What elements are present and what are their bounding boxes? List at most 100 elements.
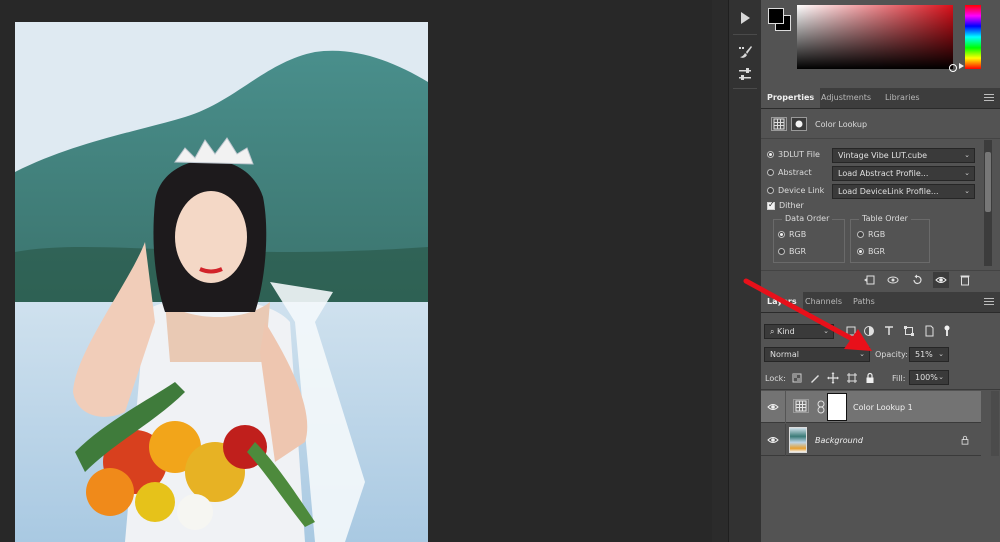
brush-settings-icon[interactable]: [731, 42, 759, 62]
abstract-value: Load Abstract Profile...: [838, 169, 929, 178]
divider: [785, 424, 786, 456]
lock-image-pixels-icon[interactable]: [807, 370, 823, 386]
layer-row-background[interactable]: Background: [761, 424, 981, 456]
filter-toggle-icon[interactable]: [939, 323, 955, 339]
fill-label: Fill:: [892, 374, 906, 383]
chevron-down-icon: ⌄: [964, 187, 970, 195]
opacity-field[interactable]: 51% ⌄: [909, 347, 949, 362]
reset-icon[interactable]: [909, 272, 925, 288]
layer-name[interactable]: Background: [815, 436, 863, 445]
abstract-radio[interactable]: [767, 169, 774, 176]
table-order-bgr-radio[interactable]: [857, 248, 864, 255]
data-order-bgr-option[interactable]: BGR: [778, 247, 806, 256]
lock-icon: [961, 435, 969, 445]
adjustments-sliders-icon[interactable]: [731, 64, 759, 84]
layer-row-color-lookup[interactable]: Color Lookup 1: [761, 391, 981, 423]
lut-file-value: Vintage Vibe LUT.cube: [838, 151, 928, 160]
table-order-rgb-label: RGB: [868, 230, 886, 239]
device-link-label: Device Link: [778, 186, 825, 195]
tab-adjustments[interactable]: Adjustments: [815, 88, 877, 108]
dock-divider: [733, 88, 757, 89]
data-order-title: Data Order: [782, 214, 833, 223]
tab-libraries[interactable]: Libraries: [879, 88, 926, 108]
layer-name[interactable]: Color Lookup 1: [853, 403, 913, 412]
lock-artboard-icon[interactable]: [844, 370, 860, 386]
abstract-option[interactable]: Abstract: [767, 168, 812, 177]
device-link-dropdown[interactable]: Load DeviceLink Profile... ⌄: [832, 184, 975, 199]
table-order-rgb-option[interactable]: RGB: [857, 230, 885, 239]
lock-all-icon[interactable]: [862, 370, 878, 386]
data-order-rgb-label: RGB: [789, 230, 807, 239]
table-order-bgr-label: BGR: [868, 247, 886, 256]
table-order-rgb-radio[interactable]: [857, 231, 864, 238]
eye-icon[interactable]: [933, 272, 949, 288]
fill-field[interactable]: 100% ⌄: [909, 370, 949, 385]
color-panel: [761, 0, 1000, 88]
chevron-down-icon: ⌄: [964, 151, 970, 159]
right-panels: Properties Adjustments Libraries Color L…: [761, 0, 1000, 542]
opacity-value: 51%: [915, 350, 933, 359]
device-link-value: Load DeviceLink Profile...: [838, 187, 939, 196]
eye-icon[interactable]: [767, 434, 779, 446]
device-link-radio[interactable]: [767, 187, 774, 194]
fill-value: 100%: [915, 373, 938, 382]
layer-mask-icon[interactable]: [791, 117, 807, 131]
hue-slider-marker[interactable]: [959, 63, 964, 69]
panel-menu-icon[interactable]: [984, 298, 994, 306]
hue-slider[interactable]: [965, 5, 981, 69]
panel-icon-dock: [728, 0, 762, 542]
panel-gutter: [712, 0, 728, 542]
chevron-down-icon: ⌄: [964, 169, 970, 177]
color-lookup-grid-icon: [793, 399, 809, 413]
play-icon[interactable]: [731, 8, 759, 28]
trash-icon[interactable]: [957, 272, 973, 288]
smart-object-filter-icon[interactable]: [921, 323, 937, 339]
properties-scrollbar[interactable]: [984, 140, 992, 266]
data-order-bgr-radio[interactable]: [778, 248, 785, 255]
color-picker-marker[interactable]: [949, 64, 957, 72]
document-canvas-area[interactable]: [0, 0, 712, 542]
table-order-title: Table Order: [859, 214, 911, 223]
dock-divider: [733, 34, 757, 35]
lock-transparent-pixels-icon[interactable]: [789, 370, 805, 386]
annotation-arrow: [743, 278, 872, 351]
background-layer-thumbnail[interactable]: [789, 427, 807, 453]
shape-layer-filter-icon[interactable]: [901, 323, 917, 339]
bride-photo[interactable]: [15, 22, 428, 542]
properties-panel: Properties Adjustments Libraries Color L…: [761, 88, 1000, 288]
link-chain-icon[interactable]: [817, 400, 825, 414]
color-field[interactable]: [797, 5, 953, 69]
lock-label: Lock:: [765, 374, 786, 383]
foreground-color-swatch[interactable]: [768, 8, 784, 24]
chevron-down-icon: ⌄: [938, 350, 944, 358]
lock-position-icon[interactable]: [825, 370, 841, 386]
divider: [761, 389, 1000, 390]
dither-option[interactable]: Dither: [767, 200, 804, 210]
data-order-rgb-option[interactable]: RGB: [778, 230, 806, 239]
layer-mask-thumbnail[interactable]: [827, 393, 847, 421]
dither-checkbox[interactable]: [767, 200, 775, 210]
photoshop-window: Properties Adjustments Libraries Color L…: [0, 0, 1000, 542]
view-previous-state-icon[interactable]: [885, 272, 901, 288]
color-lookup-grid-icon: [771, 117, 787, 131]
dither-label: Dither: [779, 201, 804, 210]
adjustment-title: Color Lookup: [815, 119, 868, 129]
eye-icon[interactable]: [767, 401, 779, 413]
layers-scrollbar[interactable]: [991, 391, 999, 456]
data-order-rgb-radio[interactable]: [778, 231, 785, 238]
photo-illustration: [15, 22, 428, 542]
table-order-bgr-option[interactable]: BGR: [857, 247, 885, 256]
tab-properties[interactable]: Properties: [761, 88, 821, 108]
device-link-option[interactable]: Device Link: [767, 186, 824, 195]
lut-file-dropdown[interactable]: Vintage Vibe LUT.cube ⌄: [832, 148, 975, 163]
properties-scrollbar-thumb[interactable]: [985, 152, 991, 212]
abstract-profile-dropdown[interactable]: Load Abstract Profile... ⌄: [832, 166, 975, 181]
lut-file-option[interactable]: 3DLUT File: [767, 150, 820, 159]
properties-tab-bar: Properties Adjustments Libraries: [761, 88, 1000, 109]
lut-file-label: 3DLUT File: [778, 150, 820, 159]
abstract-label: Abstract: [778, 168, 812, 177]
type-layer-filter-icon[interactable]: [881, 323, 897, 339]
data-order-group: Data Order RGB BGR: [773, 214, 845, 263]
panel-menu-icon[interactable]: [984, 94, 994, 102]
lut-file-radio[interactable]: [767, 151, 774, 158]
